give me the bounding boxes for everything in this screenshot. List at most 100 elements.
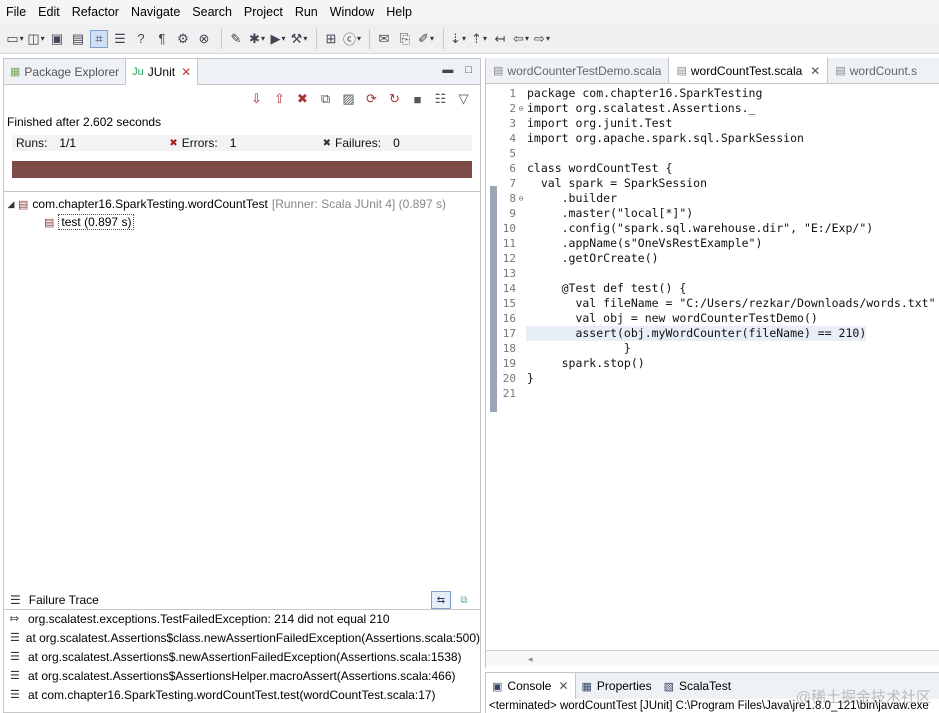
trace-text: org.scalatest.exceptions.TestFailedExcep… (28, 612, 390, 626)
runs-counter: Runs: 1/1 (12, 135, 165, 151)
run-icon[interactable]: ▶ (269, 30, 287, 48)
menu-navigate[interactable]: Navigate (125, 0, 186, 24)
search-icon[interactable]: ✐ (417, 30, 435, 48)
tab-label: Package Explorer (24, 64, 120, 79)
next-failure-icon[interactable]: ⇩ (248, 91, 265, 108)
new-icon[interactable]: ▭ (6, 30, 24, 48)
trace-line[interactable]: ☰ at com.chapter16.SparkTesting.wordCount… (4, 686, 480, 705)
rerun-icon[interactable]: ⟳ (363, 91, 380, 108)
code-text: } (527, 341, 631, 355)
expand-arrow-icon[interactable]: ◢ (4, 199, 18, 210)
previous-failure-icon[interactable]: ⇧ (271, 91, 288, 108)
bug-icon[interactable]: ✎ (227, 30, 245, 48)
gutter-space (516, 371, 526, 386)
gutter-space (516, 161, 526, 176)
console-tab[interactable]: ▦ Properties (576, 673, 658, 699)
filter-stack-icon[interactable]: ⇆ (431, 591, 451, 609)
console-tab[interactable]: ▧ ScalaTest (658, 673, 737, 699)
run-status: Finished after 2.602 seconds (7, 115, 162, 129)
external-tools-icon[interactable]: ⚒ (290, 30, 308, 48)
menu-help[interactable]: Help (380, 0, 418, 24)
line-number: 4 (509, 132, 516, 145)
back-icon[interactable]: ⇦ (512, 30, 530, 48)
trace-text: at org.scalatest.Assertions$class.newAss… (25, 631, 480, 645)
compare-results-icon[interactable]: ⧉ (454, 591, 474, 609)
last-edit-icon[interactable]: ↤ (491, 30, 509, 48)
open-type-icon[interactable]: ◫ (27, 30, 45, 48)
code-text: .master("local[*]") (527, 206, 694, 220)
editor-tab[interactable]: ▤ wordCounterTestDemo.scala (486, 58, 668, 83)
fold-icon[interactable]: ⊖ (516, 101, 526, 116)
code-text: import org.junit.Test (527, 116, 673, 130)
menu-edit[interactable]: Edit (32, 0, 66, 24)
editor-tab[interactable]: ▤ wordCountTest.scala ✕ (668, 58, 829, 83)
console-tab[interactable]: ▣ Console ✕ (486, 673, 576, 699)
next-annotation-icon[interactable]: ⇣ (449, 30, 467, 48)
suite-node[interactable]: ◢ ▤ com.chapter16.SparkTesting.wordCount… (4, 195, 480, 213)
skip-breakpoints-icon[interactable]: ⊗ (195, 30, 213, 48)
trace-text: at org.scalatest.Assertions$.newAssertio… (28, 650, 462, 664)
forward-icon[interactable]: ⇨ (533, 30, 551, 48)
failures-label: Failures: (335, 136, 382, 150)
debug-config-icon[interactable]: ⚙ (174, 30, 192, 48)
history-layout-icon[interactable]: ▨ (340, 91, 357, 108)
view-menu-icon[interactable]: ▽ (455, 91, 472, 108)
code-text: .appName(s"OneVsRestExample") (527, 236, 763, 250)
menu-file[interactable]: File (0, 0, 32, 24)
test-error-icon: ▤ (44, 216, 55, 229)
stop-icon[interactable]: ■ (409, 91, 426, 108)
close-icon[interactable]: ✕ (558, 679, 568, 693)
new-package-icon[interactable]: ⊞ (322, 30, 340, 48)
failure-icon: ✖ (322, 137, 332, 149)
gutter-space (516, 206, 526, 221)
code-line: 6 class wordCountTest { (486, 161, 939, 176)
code-area[interactable]: 1 package com.chapter16.SparkTesting 2 ⊖ imp… (486, 86, 939, 650)
code-line: 5 (486, 146, 939, 161)
open-perspective-icon[interactable]: ⎘ (396, 30, 414, 48)
horizontal-scrollbar[interactable]: ◂ (486, 650, 939, 666)
show-failures-only-icon[interactable]: ✖ (294, 91, 311, 108)
save-icon[interactable]: ▣ (48, 30, 66, 48)
save-all-icon[interactable]: ▤ (69, 30, 87, 48)
rerun-failed-first-icon[interactable]: ↻ (386, 91, 403, 108)
annotation-ruler (490, 186, 497, 412)
trace-line[interactable]: ☰ at org.scalatest.Assertions$class.newAs… (4, 629, 480, 648)
menu-project[interactable]: Project (238, 0, 289, 24)
counters-bar: Runs: 1/1 ✖ Errors: 1 ✖ Failures: 0 (12, 135, 472, 151)
error-icon: ✖ (169, 137, 178, 149)
fold-icon[interactable]: ⊖ (516, 191, 526, 206)
minimize-icon[interactable]: ▬ (442, 64, 453, 76)
test-run-history-icon[interactable]: ☷ (432, 91, 449, 108)
trace-line[interactable]: ☰ at org.scalatest.Assertions$.newAsserti… (4, 648, 480, 667)
menu-refactor[interactable]: Refactor (66, 0, 125, 24)
menu-search[interactable]: Search (186, 0, 238, 24)
help-icon[interactable]: ? (132, 30, 150, 48)
scroll-lock-icon[interactable]: ⧉ (317, 91, 334, 108)
trace-line[interactable]: ⤇ org.scalatest.exceptions.TestFailedExce… (4, 610, 480, 629)
test-node[interactable]: ▤ test (0.897 s) (4, 213, 480, 231)
trace-lines: ⤇ org.scalatest.exceptions.TestFailedExce… (4, 610, 480, 705)
menu-window[interactable]: Window (324, 0, 380, 24)
maximize-icon[interactable]: □ (465, 64, 472, 76)
tab-package-explorer[interactable]: ▦ Package Explorer (4, 59, 125, 85)
debug-icon[interactable]: ✱ (248, 30, 266, 48)
menu-run[interactable]: Run (289, 0, 324, 24)
close-icon[interactable]: ✕ (181, 65, 191, 79)
prev-annotation-icon[interactable]: ⇡ (470, 30, 488, 48)
show-whitespace-icon[interactable]: ¶ (153, 30, 171, 48)
code-editor: ▤ wordCounterTestDemo.scala ▤ wordCountTest… (485, 58, 939, 668)
toggle-breadcrumb-icon[interactable]: ☰ (111, 30, 129, 48)
code-text: val fileName = "C:/Users/rezkar/Download… (527, 296, 936, 310)
tab-junit[interactable]: Ju JUnit ✕ (125, 58, 199, 85)
new-class-icon[interactable]: ⓒ (343, 30, 361, 48)
exception-icon: ⤇ (10, 613, 20, 625)
stack-frame-icon: ☰ (10, 689, 20, 701)
trace-line[interactable]: ☰ at org.scalatest.Assertions$AssertionsH… (4, 667, 480, 686)
toggle-mark-icon[interactable]: ⌗ (90, 29, 108, 48)
code-text: import org.apache.spark.sql.SparkSession (527, 131, 804, 145)
tab-label: JUnit (147, 64, 176, 79)
open-task-icon[interactable]: ✉ (375, 30, 393, 48)
close-icon[interactable]: ✕ (810, 64, 820, 78)
editor-tab[interactable]: ▤ wordCount.s (828, 58, 924, 83)
